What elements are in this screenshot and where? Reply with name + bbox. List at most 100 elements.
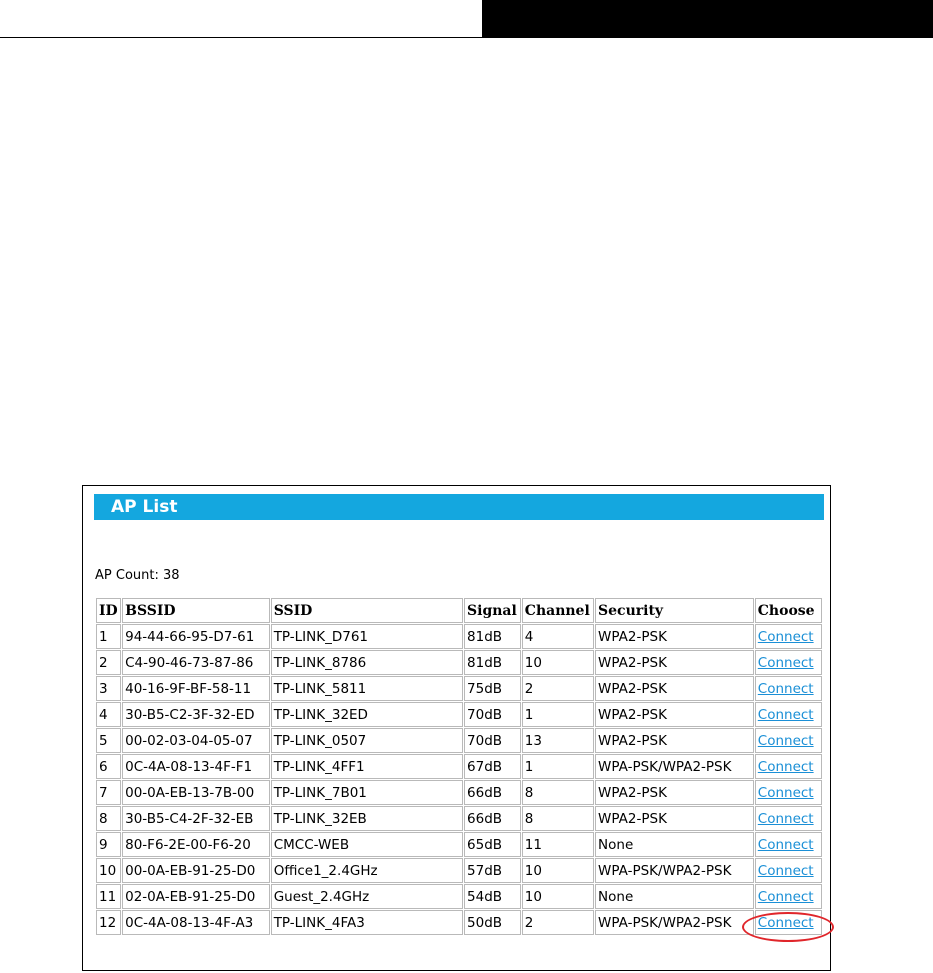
cell-choose: Connect [754,884,822,909]
cell-bssid: 40-16-9F-BF-58-11 [122,676,270,701]
cell-channel: 10 [521,650,595,675]
cell-bssid: 00-0A-EB-91-25-D0 [122,858,270,883]
cell-bssid: 00-0A-EB-13-7B-00 [122,780,270,805]
cell-choose: Connect [754,858,822,883]
table-row: 10 00-0A-EB-91-25-D0 Office1_2.4GHz 57dB 10 W… [96,858,822,883]
table-row: 6 0C-4A-08-13-4F-F1 TP-LINK_4FF1 67dB 1 WPA-P… [96,754,822,779]
cell-ssid: TP-LINK_0507 [270,728,464,753]
connect-link[interactable]: Connect [758,655,814,671]
cell-signal: 57dB [464,858,521,883]
table-row: 2 C4-90-46-73-87-86 TP-LINK_8786 81dB 10 WPA2… [96,650,822,675]
cell-channel: 8 [521,806,595,831]
cell-security: WPA2-PSK [595,624,754,649]
cell-security: None [595,832,754,857]
cell-security: WPA-PSK/WPA2-PSK [595,858,754,883]
table-row: 9 80-F6-2E-00-F6-20 CMCC-WEB 65dB 11 None Conn… [96,832,822,857]
column-header-choose: Choose [754,598,822,623]
cell-channel: 2 [521,676,595,701]
cell-id: 3 [96,676,122,701]
cell-bssid: C4-90-46-73-87-86 [122,650,270,675]
cell-ssid: TP-LINK_32EB [270,806,464,831]
column-header-signal: Signal [464,598,521,623]
cell-ssid: TP-LINK_8786 [270,650,464,675]
cell-ssid: Office1_2.4GHz [270,858,464,883]
cell-signal: 66dB [464,780,521,805]
column-header-id: ID [96,598,122,623]
cell-channel: 8 [521,780,595,805]
ap-count-label: AP Count: 38 [95,568,180,583]
connect-link[interactable]: Connect [758,681,814,697]
cell-ssid: Guest_2.4GHz [270,884,464,909]
cell-ssid: TP-LINK_4FF1 [270,754,464,779]
cell-ssid: TP-LINK_D761 [270,624,464,649]
connect-link[interactable]: Connect [758,889,814,905]
cell-id: 9 [96,832,122,857]
cell-id: 11 [96,884,122,909]
ap-table: ID BSSID SSID Signal Channel Security Ch… [95,597,823,936]
top-black-bar [482,0,933,38]
cell-channel: 10 [521,884,595,909]
connect-link[interactable]: Connect [758,915,814,931]
table-row: 5 00-02-03-04-05-07 TP-LINK_0507 70dB 13 WPA2… [96,728,822,753]
cell-channel: 2 [521,910,595,935]
table-row: 11 02-0A-EB-91-25-D0 Guest_2.4GHz 54dB 10 Non… [96,884,822,909]
cell-channel: 10 [521,858,595,883]
column-header-bssid: BSSID [122,598,270,623]
cell-choose: Connect [754,754,822,779]
cell-ssid: TP-LINK_5811 [270,676,464,701]
cell-id: 12 [96,910,122,935]
cell-choose: Connect [754,806,822,831]
table-row: 4 30-B5-C2-3F-32-ED TP-LINK_32ED 70dB 1 WPA2-… [96,702,822,727]
column-header-channel: Channel [521,598,595,623]
cell-bssid: 30-B5-C2-3F-32-ED [122,702,270,727]
column-header-ssid: SSID [270,598,464,623]
cell-bssid: 0C-4A-08-13-4F-F1 [122,754,270,779]
cell-signal: 66dB [464,806,521,831]
cell-security: WPA2-PSK [595,728,754,753]
cell-channel: 1 [521,754,595,779]
cell-choose: Connect [754,676,822,701]
panel-title: AP List [94,494,824,520]
cell-channel: 11 [521,832,595,857]
connect-link[interactable]: Connect [758,759,814,775]
top-divider [0,37,482,38]
cell-signal: 67dB [464,754,521,779]
cell-signal: 70dB [464,728,521,753]
cell-bssid: 94-44-66-95-D7-61 [122,624,270,649]
connect-link[interactable]: Connect [758,733,814,749]
cell-id: 2 [96,650,122,675]
table-header-row: ID BSSID SSID Signal Channel Security Ch… [96,598,822,623]
cell-security: None [595,884,754,909]
connect-link[interactable]: Connect [758,707,814,723]
cell-ssid: CMCC-WEB [270,832,464,857]
table-row: 1 94-44-66-95-D7-61 TP-LINK_D761 81dB 4 WPA2-… [96,624,822,649]
cell-choose: Connect [754,910,822,935]
cell-security: WPA2-PSK [595,780,754,805]
cell-choose: Connect [754,832,822,857]
connect-link[interactable]: Connect [758,837,814,853]
cell-id: 4 [96,702,122,727]
cell-bssid: 02-0A-EB-91-25-D0 [122,884,270,909]
cell-signal: 81dB [464,650,521,675]
table-row: 7 00-0A-EB-13-7B-00 TP-LINK_7B01 66dB 8 WPA2-… [96,780,822,805]
ap-table-body: 1 94-44-66-95-D7-61 TP-LINK_D761 81dB 4 WPA2-… [96,624,822,935]
cell-signal: 81dB [464,624,521,649]
table-row: 8 30-B5-C4-2F-32-EB TP-LINK_32EB 66dB 8 WPA2-… [96,806,822,831]
connect-link[interactable]: Connect [758,863,814,879]
cell-id: 8 [96,806,122,831]
cell-id: 10 [96,858,122,883]
cell-security: WPA-PSK/WPA2-PSK [595,754,754,779]
table-row: 12 0C-4A-08-13-4F-A3 TP-LINK_4FA3 50dB 2 WPA-… [96,910,822,935]
cell-id: 6 [96,754,122,779]
cell-channel: 4 [521,624,595,649]
cell-signal: 54dB [464,884,521,909]
connect-link[interactable]: Connect [758,785,814,801]
cell-bssid: 30-B5-C4-2F-32-EB [122,806,270,831]
cell-security: WPA2-PSK [595,806,754,831]
connect-link[interactable]: Connect [758,629,814,645]
column-header-security: Security [595,598,754,623]
cell-security: WPA2-PSK [595,676,754,701]
connect-link[interactable]: Connect [758,811,814,827]
cell-id: 7 [96,780,122,805]
cell-bssid: 80-F6-2E-00-F6-20 [122,832,270,857]
